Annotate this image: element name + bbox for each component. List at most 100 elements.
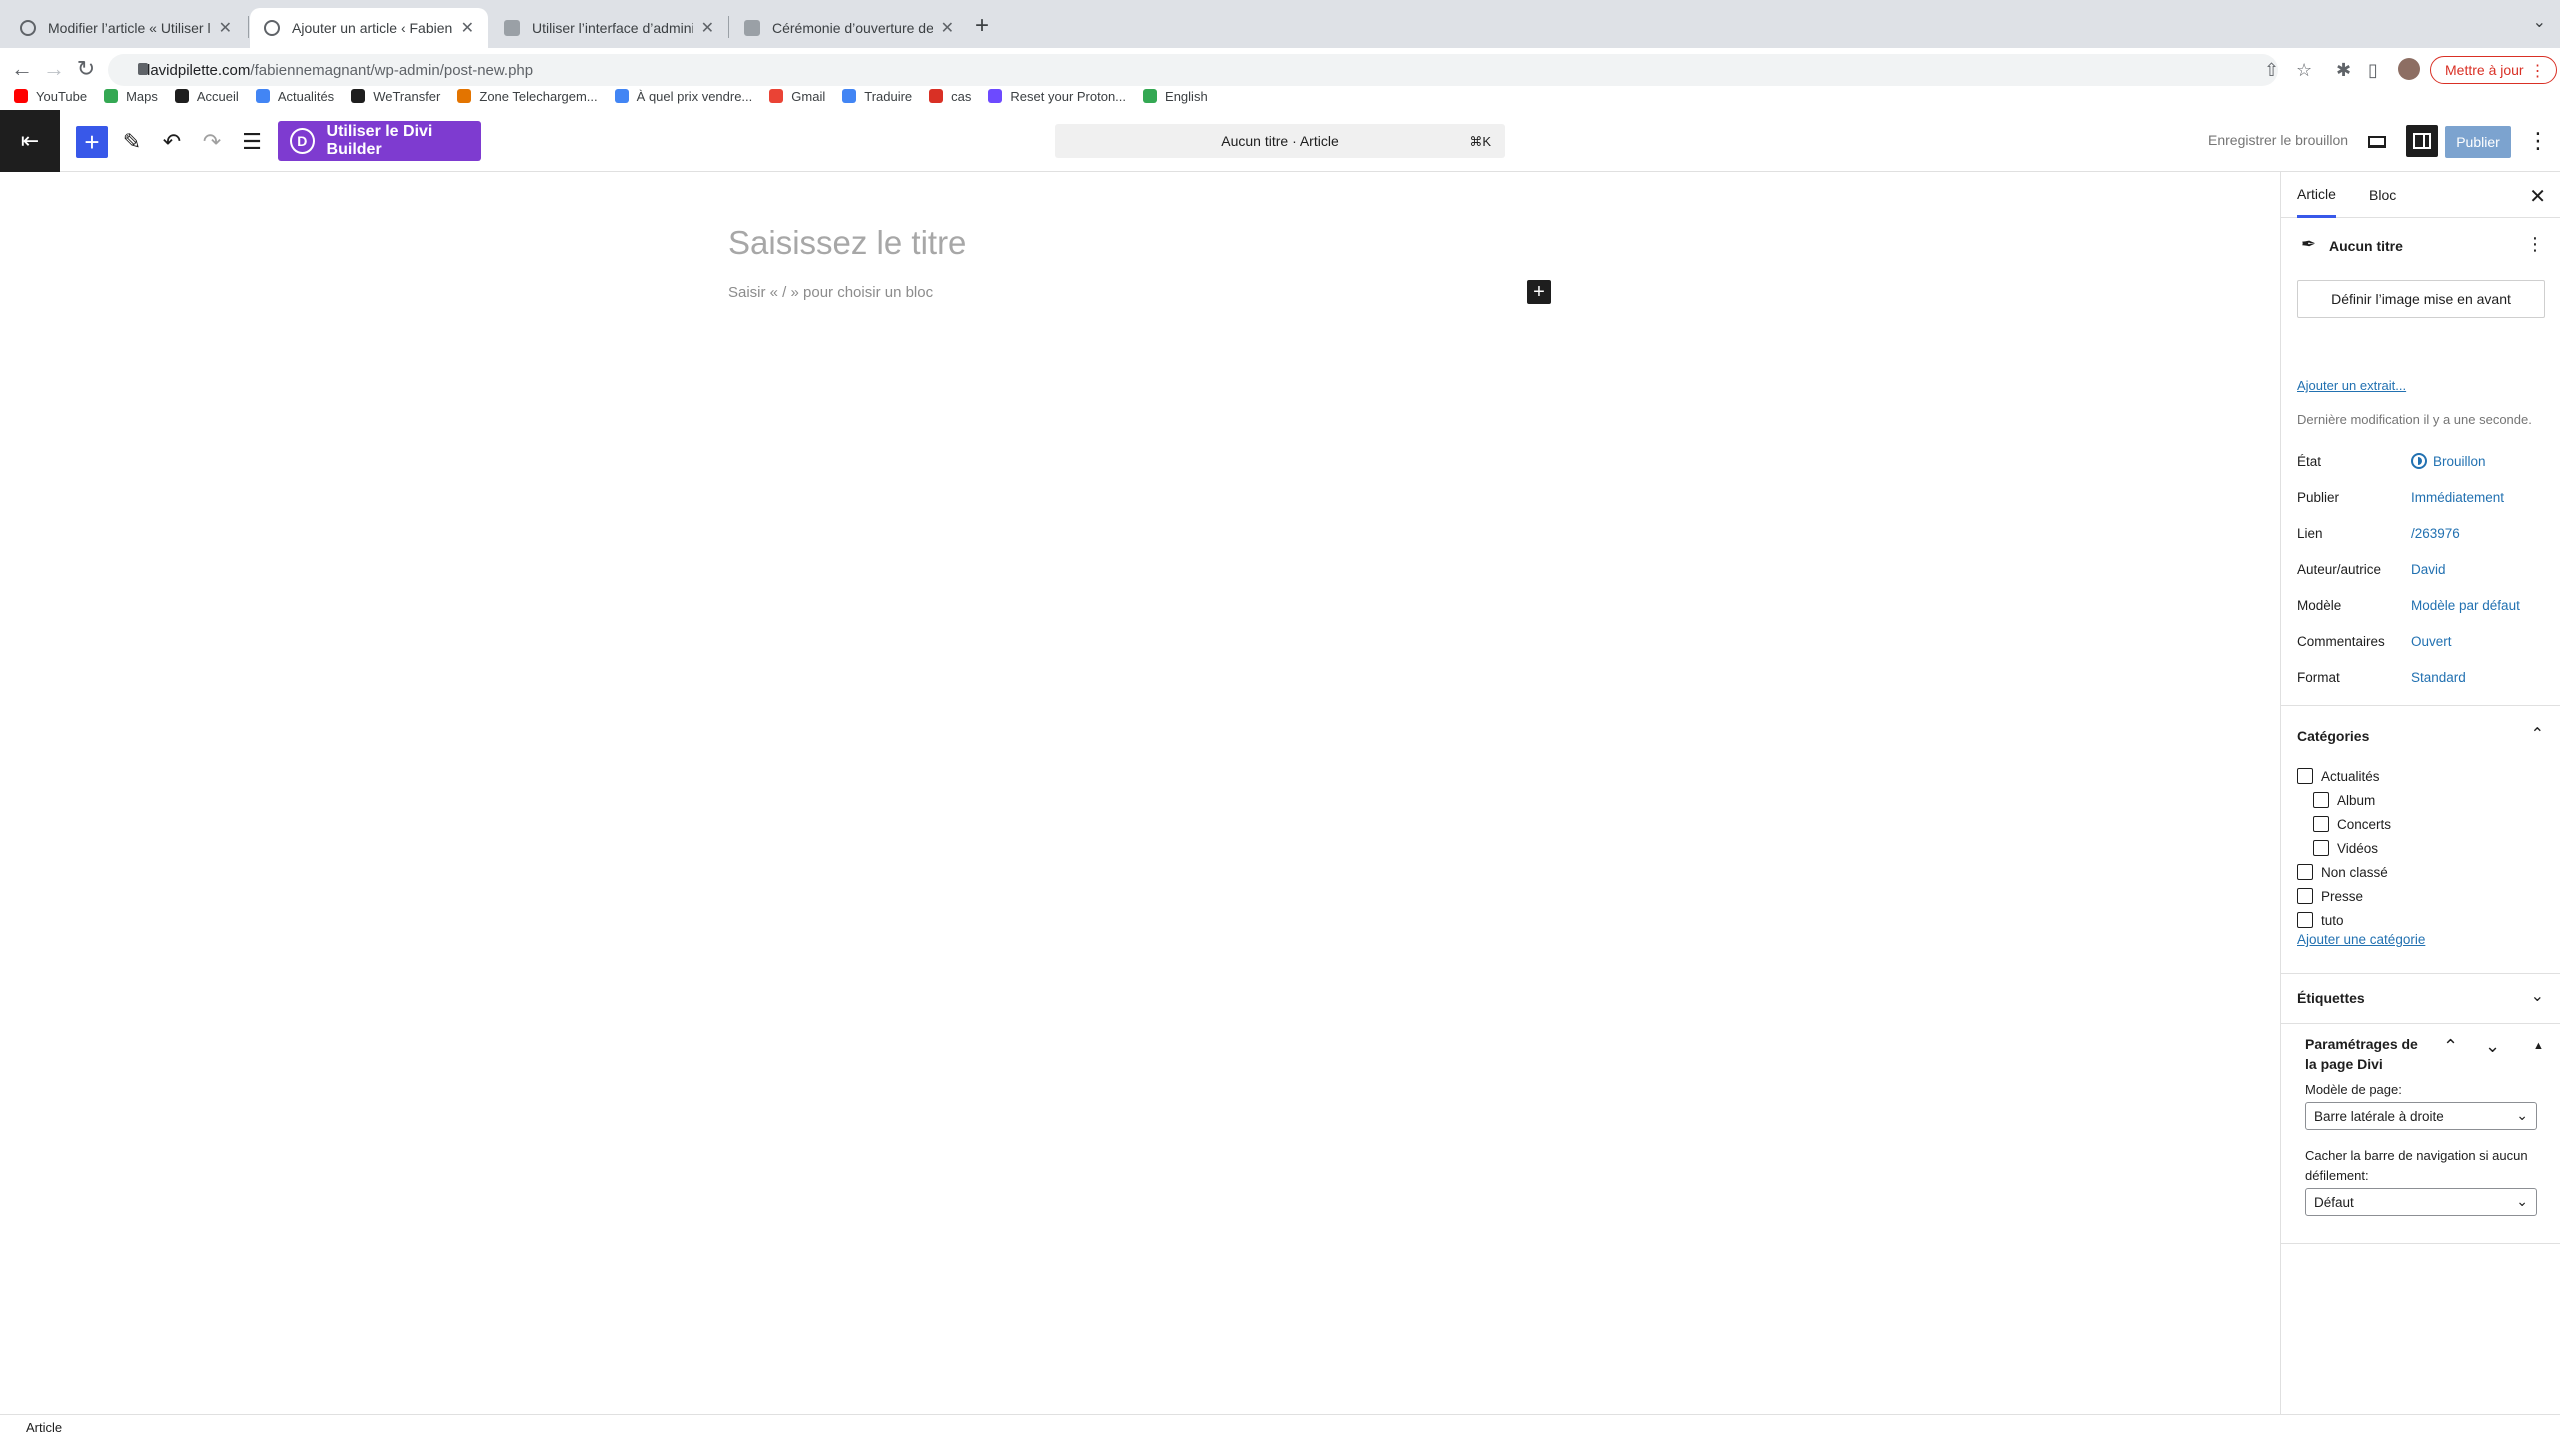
tab-close-icon[interactable]: ✕ bbox=[461, 18, 474, 38]
set-featured-image-button[interactable]: Définir l’image mise en avant bbox=[2297, 280, 2545, 318]
browser-tab-2[interactable]: Ajouter un article ‹ Fabienne M ✕ bbox=[250, 8, 488, 48]
block-inserter-button[interactable]: + bbox=[76, 126, 108, 158]
category-label: Presse bbox=[2321, 888, 2364, 904]
tab-close-icon[interactable]: ✕ bbox=[941, 18, 954, 38]
category-checkbox-item[interactable]: tuto bbox=[2297, 912, 2344, 928]
browser-tab-1[interactable]: Modifier l’article « Utiliser l’inte ✕ bbox=[6, 8, 246, 48]
bookmark-item[interactable]: Maps bbox=[104, 89, 158, 104]
category-checkbox-item[interactable]: Actualités bbox=[2297, 768, 2380, 784]
meta-row-status: État Brouillon bbox=[2297, 450, 2547, 472]
add-excerpt-link[interactable]: Ajouter un extrait... bbox=[2297, 378, 2406, 393]
status-value-button[interactable]: Brouillon bbox=[2411, 453, 2486, 469]
tags-title[interactable]: Étiquettes bbox=[2297, 990, 2365, 1006]
extensions-puzzle-icon[interactable]: ✱ bbox=[2336, 60, 2351, 81]
page-layout-select[interactable]: Barre latérale à droite ⌄ bbox=[2305, 1102, 2537, 1130]
inline-add-block-button[interactable]: + bbox=[1527, 280, 1551, 304]
tab-close-icon[interactable]: ✕ bbox=[701, 18, 714, 38]
bookmark-item[interactable]: Reset your Proton... bbox=[988, 89, 1126, 104]
meta-row-author: Auteur/autrice David bbox=[2297, 558, 2547, 580]
hide-nav-label: Cacher la barre de navigation si aucun d… bbox=[2305, 1148, 2528, 1183]
author-button[interactable]: David bbox=[2411, 562, 2446, 577]
category-checkbox-item[interactable]: Non classé bbox=[2297, 864, 2388, 880]
meta-key: Auteur/autrice bbox=[2297, 561, 2382, 577]
tab-close-icon[interactable]: ✕ bbox=[219, 18, 232, 38]
back-to-dashboard-icon[interactable]: ⇤ bbox=[0, 110, 60, 172]
divi-builder-label: Utiliser le Divi Builder bbox=[326, 123, 433, 158]
divi-builder-button[interactable]: D Utiliser le Divi Builder bbox=[278, 121, 481, 161]
browser-tab-3[interactable]: Utiliser l’interface d’administra ✕ bbox=[490, 8, 728, 48]
update-browser-button[interactable]: Mettre à jour ⋮ bbox=[2430, 56, 2557, 84]
checkbox[interactable] bbox=[2313, 792, 2329, 808]
category-checkbox-item[interactable]: Presse bbox=[2297, 888, 2363, 904]
category-checkbox-item[interactable]: Vidéos bbox=[2313, 840, 2378, 856]
category-checkbox-item[interactable]: Concerts bbox=[2313, 816, 2391, 832]
bookmark-item[interactable]: Gmail bbox=[769, 89, 825, 104]
options-kebab-icon[interactable]: ⋮ bbox=[2527, 128, 2549, 154]
add-category-link[interactable]: Ajouter une catégorie bbox=[2297, 932, 2425, 947]
forward-arrow-icon[interactable]: → bbox=[40, 56, 68, 82]
empty-block-prompt[interactable]: Saisir « / » pour choisir un bloc bbox=[728, 284, 933, 301]
editor-canvas: Saisissez le titre Saisir « / » pour cho… bbox=[0, 172, 2280, 1414]
bookmark-item[interactable]: English bbox=[1143, 89, 1208, 104]
close-icon[interactable]: ✕ bbox=[2529, 184, 2546, 209]
permalink-button[interactable]: /263976 bbox=[2411, 526, 2460, 541]
move-down-chevron-icon[interactable]: ⌄ bbox=[2485, 1036, 2500, 1057]
bookmark-star-icon[interactable]: ☆ bbox=[2296, 60, 2312, 81]
bookmark-item[interactable]: YouTube bbox=[14, 89, 87, 104]
bookmark-label: Reset your Proton... bbox=[1010, 88, 1127, 104]
save-draft-button[interactable]: Enregistrer le brouillon bbox=[2208, 132, 2348, 148]
bookmark-item[interactable]: WeTransfer bbox=[351, 89, 440, 104]
checkbox[interactable] bbox=[2313, 816, 2329, 832]
profile-avatar[interactable] bbox=[2398, 58, 2420, 80]
bookmark-item[interactable]: À quel prix vendre... bbox=[614, 89, 752, 104]
command-palette-bar[interactable]: Aucun titre · Article ⌘K bbox=[1055, 124, 1505, 158]
publish-button[interactable]: Publier bbox=[2445, 126, 2511, 158]
reload-icon[interactable]: ↻ bbox=[72, 56, 100, 82]
collapse-triangle-icon[interactable]: ▲ bbox=[2533, 1040, 2544, 1052]
move-up-chevron-icon[interactable]: ⌃ bbox=[2443, 1036, 2458, 1057]
side-panel-icon[interactable]: ▯ bbox=[2368, 60, 2378, 81]
hide-nav-select[interactable]: Défaut ⌄ bbox=[2305, 1188, 2537, 1216]
tab-search-chevron-icon[interactable]: ⌄ bbox=[2533, 12, 2546, 32]
tab-article[interactable]: Article bbox=[2297, 172, 2336, 218]
bookmark-item[interactable]: Traduire bbox=[842, 89, 912, 104]
bookmark-label: WeTransfer bbox=[373, 88, 441, 104]
bookmark-item[interactable]: Actualités bbox=[255, 89, 334, 104]
redo-icon[interactable]: ↷ bbox=[196, 126, 228, 158]
divi-settings-title: Paramétrages de la page Divi bbox=[2305, 1036, 2418, 1072]
undo-icon[interactable]: ↶ bbox=[156, 126, 188, 158]
meta-key: État bbox=[2297, 453, 2322, 469]
document-title: Aucun titre · Article bbox=[1221, 133, 1339, 149]
comments-button[interactable]: Ouvert bbox=[2411, 634, 2452, 649]
checkbox[interactable] bbox=[2313, 840, 2329, 856]
checkbox[interactable] bbox=[2297, 768, 2313, 784]
new-tab-button[interactable]: + bbox=[975, 12, 989, 40]
publish-date-button[interactable]: Immédiatement bbox=[2411, 490, 2504, 505]
checkbox[interactable] bbox=[2297, 912, 2313, 928]
bookmark-item[interactable]: Accueil bbox=[174, 89, 239, 104]
checkbox[interactable] bbox=[2297, 864, 2313, 880]
back-arrow-icon[interactable]: ← bbox=[8, 56, 36, 82]
chevron-up-icon[interactable]: ⌃ bbox=[2531, 724, 2544, 744]
meta-row-comments: Commentaires Ouvert bbox=[2297, 630, 2547, 652]
chevron-down-icon[interactable]: ⌄ bbox=[2531, 986, 2544, 1006]
categories-title[interactable]: Catégories bbox=[2297, 728, 2369, 744]
template-button[interactable]: Modèle par défaut bbox=[2411, 598, 2520, 613]
bookmark-favicon-icon bbox=[614, 89, 629, 103]
share-icon[interactable]: ⇧ bbox=[2264, 60, 2279, 81]
tab-block[interactable]: Bloc bbox=[2369, 172, 2396, 218]
footer-breadcrumb[interactable]: Article bbox=[26, 1420, 62, 1435]
tools-pencil-icon[interactable]: ✎ bbox=[116, 126, 148, 158]
bookmark-item[interactable]: Zone Telechargem... bbox=[457, 89, 598, 104]
settings-sidebar-toggle-icon[interactable] bbox=[2406, 125, 2438, 157]
document-overview-icon[interactable]: ☰ bbox=[236, 126, 268, 158]
bookmark-favicon-icon bbox=[842, 89, 857, 103]
bookmark-item[interactable]: cas bbox=[929, 89, 971, 104]
post-title-input[interactable]: Saisissez le titre bbox=[728, 224, 966, 262]
preview-laptop-icon[interactable] bbox=[2366, 130, 2388, 152]
browser-tab-4[interactable]: Cérémonie d’ouverture de la sa ✕ bbox=[730, 8, 968, 48]
format-button[interactable]: Standard bbox=[2411, 670, 2466, 685]
checkbox[interactable] bbox=[2297, 888, 2313, 904]
category-checkbox-item[interactable]: Album bbox=[2313, 792, 2375, 808]
post-actions-kebab-icon[interactable]: ⋮ bbox=[2526, 234, 2544, 255]
